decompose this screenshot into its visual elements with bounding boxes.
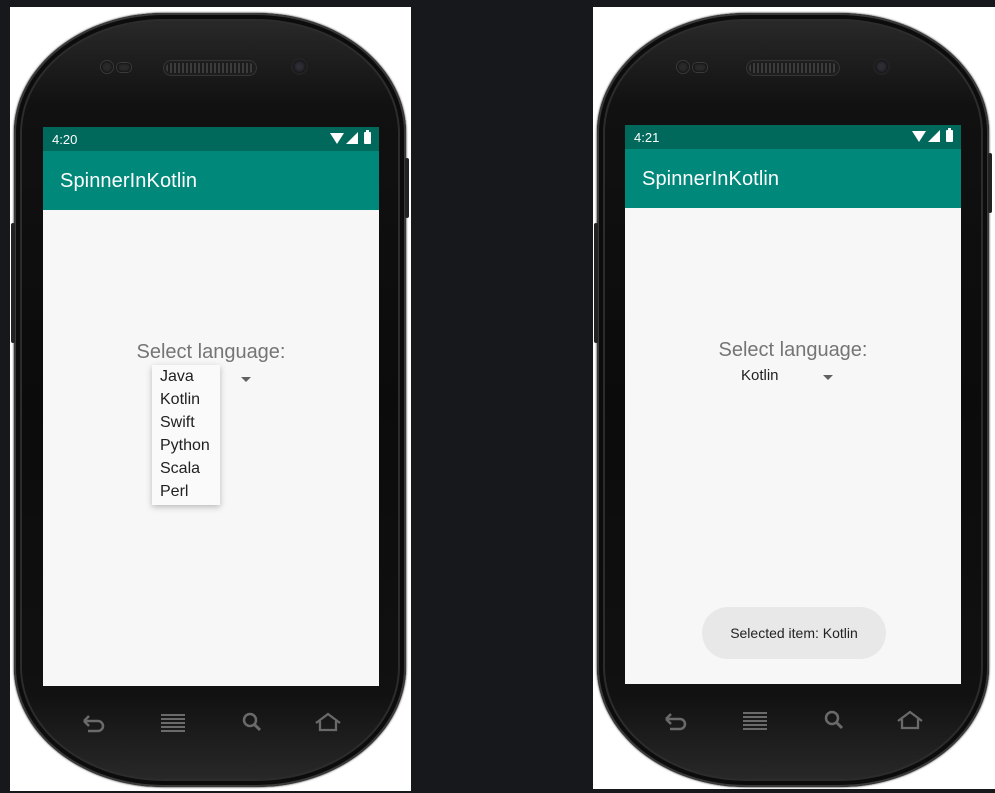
right-screenshot-panel: 4:21 SpinnerInKotlin Select language: Ko… bbox=[593, 7, 995, 789]
speaker-grille bbox=[166, 63, 254, 73]
app-bar: SpinnerInKotlin bbox=[43, 151, 379, 210]
select-language-label: Select language: bbox=[718, 339, 868, 361]
signal-icon bbox=[928, 130, 940, 142]
dropdown-item-perl[interactable]: Perl bbox=[152, 480, 220, 503]
back-icon[interactable] bbox=[78, 709, 108, 735]
spinner-selected-value: Kotlin bbox=[741, 367, 779, 384]
home-icon[interactable] bbox=[313, 709, 343, 735]
app-title: SpinnerInKotlin bbox=[60, 170, 198, 192]
status-bar: 4:20 bbox=[43, 127, 379, 151]
sensor-icon bbox=[101, 61, 113, 73]
camera-icon bbox=[293, 60, 306, 73]
status-time: 4:21 bbox=[634, 130, 660, 145]
status-icons bbox=[912, 128, 953, 142]
dropdown-item-scala[interactable]: Scala bbox=[152, 457, 220, 480]
status-icons bbox=[330, 130, 371, 144]
home-icon[interactable] bbox=[895, 707, 925, 733]
power-button bbox=[405, 158, 409, 218]
status-time: 4:20 bbox=[52, 132, 78, 147]
battery-icon bbox=[364, 130, 371, 144]
dropdown-item-swift[interactable]: Swift bbox=[152, 411, 220, 434]
wifi-icon bbox=[912, 130, 926, 142]
battery-icon bbox=[946, 128, 953, 142]
back-icon[interactable] bbox=[660, 707, 690, 733]
camera-icon bbox=[875, 60, 888, 73]
select-language-label: Select language: bbox=[136, 341, 286, 363]
caret-down-icon bbox=[823, 375, 833, 380]
dropdown-item-python[interactable]: Python bbox=[152, 434, 220, 457]
volume-button bbox=[11, 223, 15, 343]
left-screenshot-panel: 4:20 SpinnerInKotlin Select language: Ja… bbox=[10, 7, 411, 791]
dropdown-item-kotlin[interactable]: Kotlin bbox=[152, 388, 220, 411]
sensor-icon bbox=[117, 63, 131, 72]
phone-frame: 4:20 SpinnerInKotlin Select language: Ja… bbox=[11, 13, 409, 787]
device-screen: 4:21 SpinnerInKotlin Select language: Ko… bbox=[625, 125, 961, 684]
menu-icon[interactable] bbox=[740, 707, 770, 733]
speaker-grille bbox=[749, 63, 837, 73]
caret-down-icon bbox=[241, 377, 251, 382]
wifi-icon bbox=[330, 132, 344, 144]
phone-frame: 4:21 SpinnerInKotlin Select language: Ko… bbox=[594, 13, 992, 787]
app-title: SpinnerInKotlin bbox=[642, 168, 780, 190]
device-screen: 4:20 SpinnerInKotlin Select language: Ja… bbox=[43, 127, 379, 686]
toast-message: Selected item: Kotlin bbox=[702, 607, 886, 659]
signal-icon bbox=[346, 132, 358, 144]
sensor-icon bbox=[677, 61, 689, 73]
hardware-nav-bar bbox=[68, 709, 358, 739]
volume-button bbox=[594, 223, 598, 343]
search-icon[interactable] bbox=[238, 709, 268, 735]
search-icon[interactable] bbox=[820, 707, 850, 733]
language-spinner[interactable]: Kotlin bbox=[731, 363, 841, 389]
status-bar: 4:21 bbox=[625, 125, 961, 149]
dropdown-item-java[interactable]: Java bbox=[152, 365, 220, 388]
power-button bbox=[988, 153, 992, 213]
hardware-nav-bar bbox=[650, 707, 940, 737]
menu-icon[interactable] bbox=[158, 709, 188, 735]
app-bar: SpinnerInKotlin bbox=[625, 149, 961, 208]
sensor-icon bbox=[693, 63, 707, 72]
spinner-dropdown-list: Java Kotlin Swift Python Scala Perl bbox=[152, 365, 220, 505]
